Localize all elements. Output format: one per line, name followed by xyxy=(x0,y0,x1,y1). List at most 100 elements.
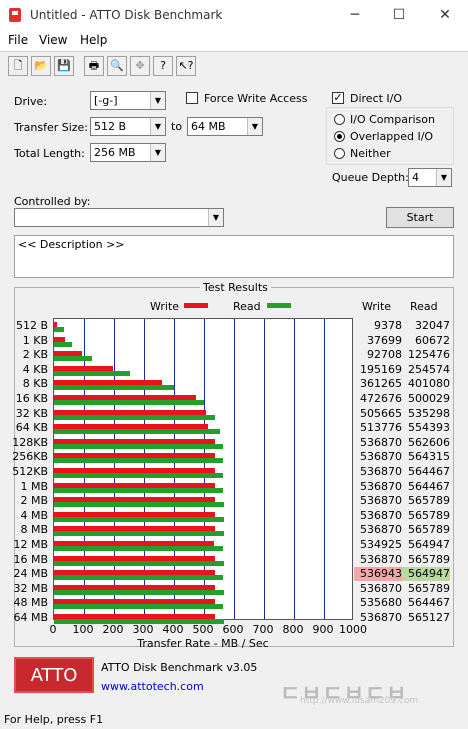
size-label: 4 MB xyxy=(20,508,48,522)
io-comparison-radio[interactable] xyxy=(334,114,345,125)
write-value: 361265 xyxy=(360,377,402,391)
save-icon[interactable]: 💾 xyxy=(54,56,74,76)
read-value: 565789 xyxy=(408,494,450,508)
x-tick-label: 500 xyxy=(192,623,214,636)
neither-radio[interactable] xyxy=(334,148,345,159)
queue-depth-select[interactable]: 4 ▼ xyxy=(408,168,452,187)
transfer-size-label: Transfer Size: xyxy=(14,121,89,134)
minimize-button[interactable]: ─ xyxy=(340,4,370,26)
print-icon[interactable]: 🖶 xyxy=(84,56,104,76)
help-icon[interactable]: ? xyxy=(153,56,173,76)
read-value: 32047 xyxy=(415,319,450,332)
read-value: 564947 xyxy=(402,567,450,582)
print-preview-icon[interactable]: 🔍 xyxy=(107,56,127,76)
queue-depth-label: Queue Depth: xyxy=(332,171,409,184)
chevron-down-icon[interactable]: ▼ xyxy=(208,209,223,226)
read-bar xyxy=(54,487,224,493)
read-value: 565789 xyxy=(408,508,450,522)
read-value: 564947 xyxy=(408,538,450,551)
read-bar xyxy=(54,531,224,537)
legend-write-label: Write xyxy=(150,300,180,313)
read-value: 401080 xyxy=(408,377,450,391)
window-title: Untitled - ATTO Disk Benchmark xyxy=(30,8,223,22)
description-box[interactable]: << Description >> xyxy=(14,235,454,278)
write-column-header: Write xyxy=(362,300,392,313)
chevron-down-icon[interactable]: ▼ xyxy=(150,118,165,135)
size-label: 8 KB xyxy=(22,377,48,391)
read-bar xyxy=(54,589,224,595)
read-bar xyxy=(54,516,224,522)
write-value: 37699 xyxy=(367,333,402,347)
read-value: 60672 xyxy=(415,333,450,347)
size-label: 128KB xyxy=(12,435,48,449)
write-value: 513776 xyxy=(360,421,402,435)
read-column-header: Read xyxy=(410,300,438,313)
drive-select[interactable]: [-g-] ▼ xyxy=(90,91,166,110)
gridline xyxy=(264,319,265,619)
read-bar xyxy=(54,575,224,581)
context-help-icon[interactable]: ↖? xyxy=(176,56,196,76)
start-button[interactable]: Start xyxy=(386,207,454,228)
read-bar xyxy=(54,385,175,391)
x-tick-label: 700 xyxy=(252,623,274,636)
menu-help[interactable]: Help xyxy=(80,33,107,47)
chevron-down-icon[interactable]: ▼ xyxy=(247,118,262,135)
size-label: 1 KB xyxy=(22,333,48,347)
x-tick-label: 200 xyxy=(102,623,124,636)
neither-label: Neither xyxy=(350,147,391,160)
menu-divider xyxy=(0,51,468,52)
write-value: 536870 xyxy=(360,450,402,464)
read-value: 554393 xyxy=(408,421,450,435)
read-bar xyxy=(54,400,204,405)
size-label: 1 MB xyxy=(20,479,48,493)
menu-view[interactable]: View xyxy=(39,33,67,47)
chevron-down-icon[interactable]: ▼ xyxy=(436,169,451,186)
x-axis-label: Transfer Rate - MB / Sec xyxy=(137,637,269,650)
direct-io-checkbox[interactable]: ✓ xyxy=(332,92,344,104)
size-label: 32 MB xyxy=(13,581,48,595)
new-icon[interactable]: 🗋 xyxy=(8,56,28,76)
size-label: 12 MB xyxy=(13,538,48,551)
transfer-from-select[interactable]: 512 B ▼ xyxy=(90,117,166,136)
write-value: 535680 xyxy=(360,596,402,610)
write-value: 536870 xyxy=(360,552,402,566)
transfer-to-select[interactable]: 64 MB ▼ xyxy=(187,117,263,136)
read-bar xyxy=(54,458,224,464)
total-length-select[interactable]: 256 MB ▼ xyxy=(90,143,166,162)
transfer-from-value: 512 B xyxy=(94,120,127,133)
read-bar xyxy=(54,327,64,332)
read-value: 565789 xyxy=(408,581,450,595)
x-tick-label: 900 xyxy=(312,623,334,636)
read-bar xyxy=(54,502,224,508)
menu-file[interactable]: File xyxy=(8,33,28,47)
io-comparison-label: I/O Comparison xyxy=(350,113,435,126)
write-value: 536870 xyxy=(360,581,402,595)
read-value: 565789 xyxy=(408,523,450,537)
force-write-checkbox[interactable] xyxy=(186,92,198,104)
close-button[interactable]: ✕ xyxy=(430,4,460,26)
move-icon[interactable]: ✥ xyxy=(130,56,150,76)
size-label: 8 MB xyxy=(20,523,48,537)
controlled-by-select[interactable]: ▼ xyxy=(14,208,224,227)
write-value: 505665 xyxy=(360,406,402,420)
write-value: 472676 xyxy=(360,392,402,405)
read-bar xyxy=(54,443,223,449)
chevron-down-icon[interactable]: ▼ xyxy=(150,92,165,109)
drive-label: Drive: xyxy=(14,95,48,108)
maximize-button[interactable]: ☐ xyxy=(384,4,414,26)
overlapped-io-radio[interactable] xyxy=(334,131,345,142)
write-value: 195169 xyxy=(360,362,402,376)
status-text: For Help, press F1 xyxy=(4,713,104,726)
write-value: 536870 xyxy=(360,465,402,478)
website-link[interactable]: www.attotech.com xyxy=(101,680,204,693)
total-length-label: Total Length: xyxy=(14,147,85,160)
chevron-down-icon[interactable]: ▼ xyxy=(150,144,165,161)
write-value: 536870 xyxy=(360,508,402,522)
read-value: 564467 xyxy=(408,596,450,610)
size-label: 256KB xyxy=(12,450,48,464)
open-icon[interactable]: 📂 xyxy=(31,56,51,76)
gridline xyxy=(294,319,295,619)
read-value: 564467 xyxy=(408,479,450,493)
read-bar xyxy=(54,473,224,478)
size-label: 4 KB xyxy=(22,362,48,376)
